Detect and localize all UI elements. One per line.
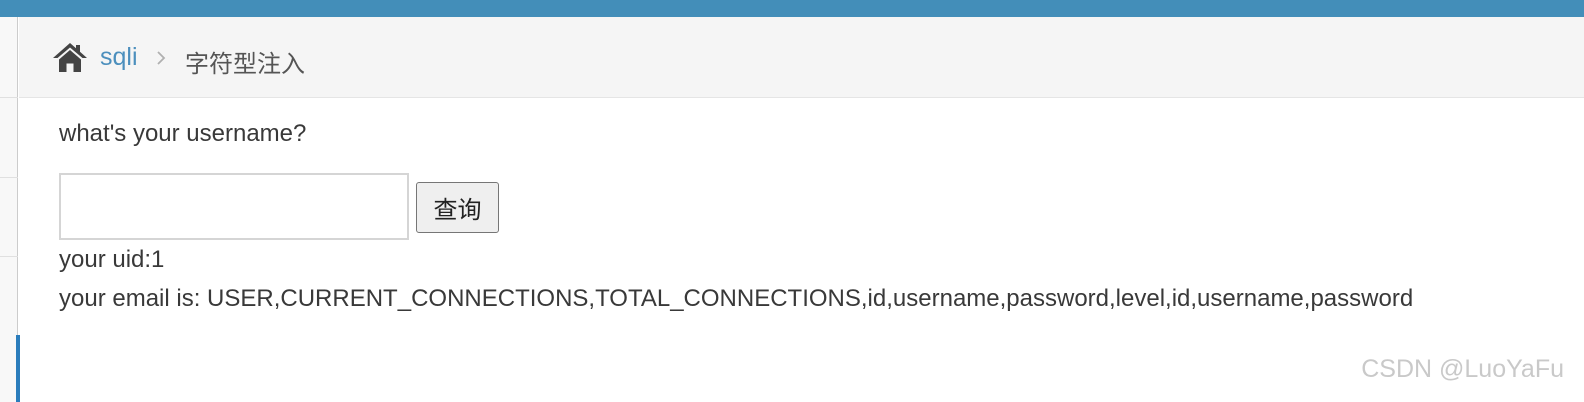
chevron-right-icon bbox=[157, 51, 166, 65]
sidebar-divider bbox=[0, 177, 18, 178]
username-input[interactable] bbox=[59, 173, 409, 240]
watermark: CSDN @LuoYaFu bbox=[1361, 355, 1564, 383]
email-result: your email is: USER,CURRENT_CONNECTIONS,… bbox=[59, 285, 1414, 312]
uid-result: your uid:1 bbox=[59, 246, 165, 273]
sidebar-active-indicator bbox=[16, 335, 20, 402]
sidebar-divider bbox=[0, 256, 18, 257]
breadcrumb-current: 字符型注入 bbox=[185, 51, 305, 78]
sidebar-collapsed bbox=[0, 17, 20, 402]
query-button[interactable]: 查询 bbox=[416, 182, 499, 233]
username-prompt: what's your username? bbox=[59, 120, 307, 147]
breadcrumb-link-sqli[interactable]: sqli bbox=[100, 43, 138, 72]
top-navbar bbox=[0, 0, 1584, 17]
breadcrumb: sqli 字符型注入 bbox=[19, 17, 1584, 98]
home-icon[interactable] bbox=[52, 41, 88, 73]
sidebar-divider bbox=[0, 97, 18, 98]
